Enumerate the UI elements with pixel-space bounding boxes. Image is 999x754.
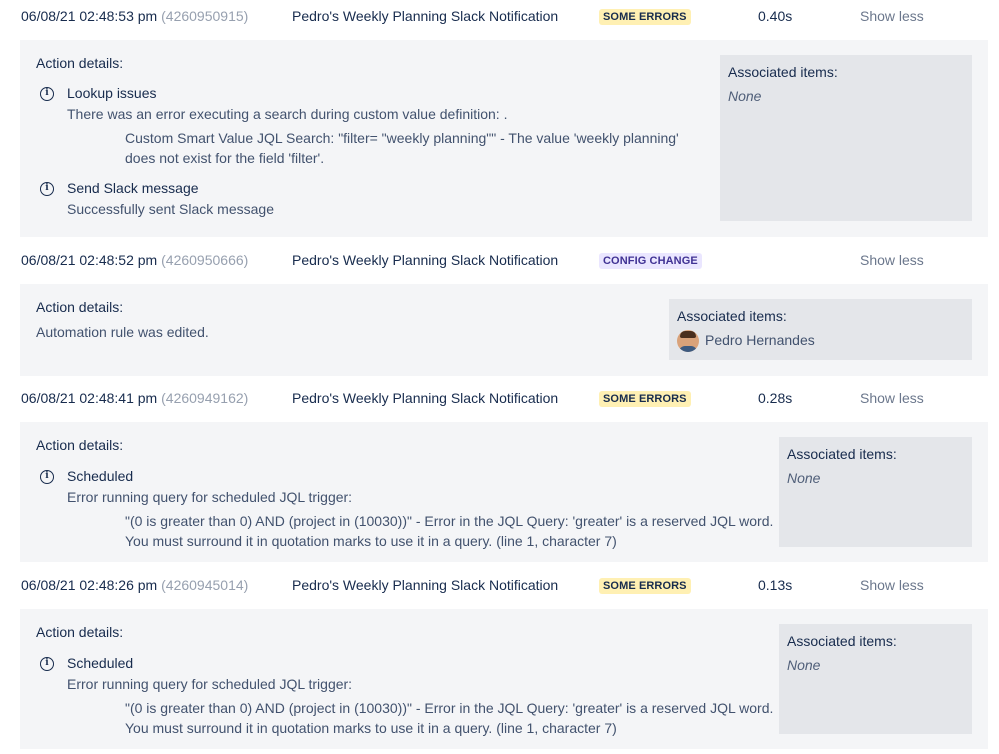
status-badge: SOME ERRORS	[599, 9, 691, 25]
entry-date: 06/08/21 02:48:26 pm (4260945014)	[21, 577, 249, 593]
rule-name: Pedro's Weekly Planning Slack Notificati…	[292, 252, 559, 268]
status-badge: SOME ERRORS	[599, 391, 691, 407]
user-name: Pedro Hernandes	[705, 332, 815, 348]
duration: 0.13s	[758, 577, 793, 593]
entry-id: (4260950915)	[161, 8, 249, 24]
info-circle-icon: i	[40, 87, 54, 101]
action-message: There was an error executing a search du…	[67, 106, 508, 122]
info-circle-icon: i	[40, 657, 54, 671]
action-details-title: Action details:	[36, 55, 124, 71]
associated-items-box: Associated items: None	[779, 437, 972, 547]
rule-name: Pedro's Weekly Planning Slack Notificati…	[292, 390, 559, 406]
action-details-panel: Action details: i Lookup issues There wa…	[20, 40, 988, 237]
info-circle-icon: i	[40, 182, 54, 196]
action-error-detail: "(0 is greater than 0) AND (project in (…	[125, 513, 774, 549]
associated-items-title: Associated items:	[728, 64, 838, 80]
action-message: Error running query for scheduled JQL tr…	[67, 489, 353, 505]
show-less-link[interactable]: Show less	[860, 390, 924, 406]
log-entry-header[interactable]: 06/08/21 02:48:41 pm (4260949162) Pedro'…	[0, 382, 999, 416]
entry-id: (4260949162)	[161, 390, 249, 406]
action-details-panel: Action details: i Scheduled Error runnin…	[20, 422, 988, 562]
action-details-panel: Action details: Automation rule was edit…	[20, 284, 988, 376]
action-message: Error running query for scheduled JQL tr…	[67, 676, 353, 692]
entry-id: (4260945014)	[161, 577, 249, 593]
rule-name: Pedro's Weekly Planning Slack Notificati…	[292, 8, 559, 24]
action-details-panel: Action details: i Scheduled Error runnin…	[20, 609, 988, 749]
log-entry-header[interactable]: 06/08/21 02:48:52 pm (4260950666) Pedro'…	[0, 244, 999, 278]
show-less-link[interactable]: Show less	[860, 8, 924, 24]
associated-items-none: None	[728, 88, 762, 104]
user-avatar	[677, 330, 699, 352]
action-details-title: Action details:	[36, 299, 124, 315]
duration: 0.28s	[758, 390, 793, 406]
log-entry-header[interactable]: 06/08/21 02:48:53 pm (4260950915) Pedro'…	[0, 0, 999, 34]
show-less-link[interactable]: Show less	[860, 577, 924, 593]
log-entry-header[interactable]: 06/08/21 02:48:26 pm (4260945014) Pedro'…	[0, 569, 999, 603]
associated-items-none: None	[787, 657, 821, 673]
action-message: Automation rule was edited.	[36, 324, 209, 340]
action-name: Scheduled	[67, 468, 134, 484]
status-badge: SOME ERRORS	[599, 578, 691, 594]
duration: 0.40s	[758, 8, 793, 24]
show-less-link[interactable]: Show less	[860, 252, 924, 268]
action-error-detail: Custom Smart Value JQL Search: "filter= …	[125, 130, 679, 166]
action-message: Successfully sent Slack message	[67, 201, 274, 217]
entry-date: 06/08/21 02:48:53 pm (4260950915)	[21, 8, 249, 24]
entry-id: (4260950666)	[161, 252, 249, 268]
associated-items-box: Associated items: None	[779, 624, 972, 734]
action-details-title: Action details:	[36, 624, 124, 640]
associated-items-none: None	[787, 470, 821, 486]
associated-items-title: Associated items:	[787, 446, 897, 462]
associated-items-title: Associated items:	[677, 308, 787, 324]
info-circle-icon: i	[40, 470, 54, 484]
action-error-detail: "(0 is greater than 0) AND (project in (…	[125, 700, 774, 736]
rule-name: Pedro's Weekly Planning Slack Notificati…	[292, 577, 559, 593]
entry-date: 06/08/21 02:48:41 pm (4260949162)	[21, 390, 249, 406]
action-name: Send Slack message	[67, 180, 199, 196]
action-name: Scheduled	[67, 655, 134, 671]
status-badge: CONFIG CHANGE	[599, 253, 702, 269]
associated-items-box: Associated items: None	[720, 55, 972, 221]
action-details-title: Action details:	[36, 437, 124, 453]
action-name: Lookup issues	[67, 85, 157, 101]
associated-items-title: Associated items:	[787, 633, 897, 649]
associated-items-box: Associated items: Pedro Hernandes	[669, 299, 972, 360]
entry-date: 06/08/21 02:48:52 pm (4260950666)	[21, 252, 249, 268]
